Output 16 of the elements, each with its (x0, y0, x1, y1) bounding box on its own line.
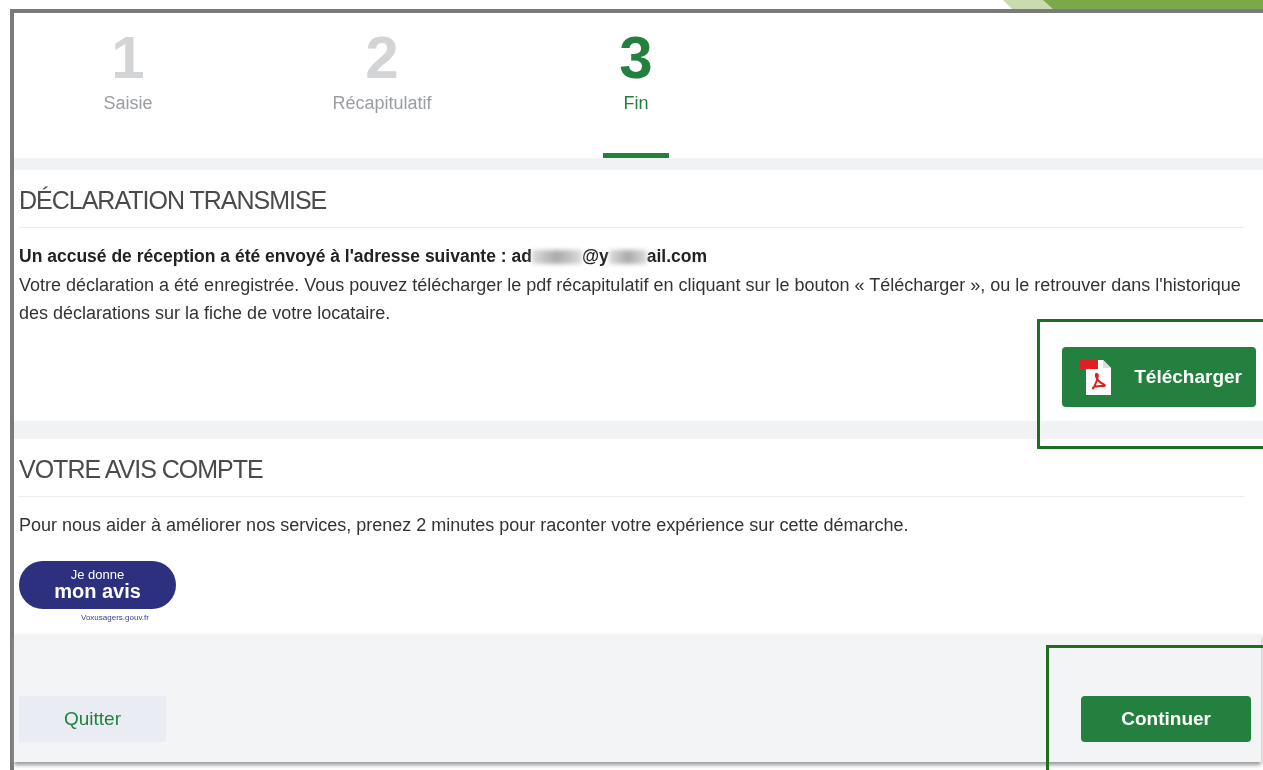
step-number: 3 (619, 27, 653, 89)
step-label: Fin (623, 93, 649, 114)
step-label: Saisie (103, 93, 153, 114)
badge-source: Voxusagers.gouv.fr (81, 613, 150, 622)
continue-button[interactable]: Continuer (1081, 696, 1251, 742)
feedback-message: Pour nous aider à améliorer nos services, prenez 2 minutes pour raconter votre expérience sur cette démarche. (19, 514, 910, 537)
download-button[interactable]: Télécharger (1062, 347, 1256, 407)
feedback-badge[interactable]: Je donne mon avis (19, 561, 176, 609)
confirmation-message: Votre déclaration a été enregistrée. Vous pouvez télécharger le pdf récapitulatif en cliquant sur le bouton « Télécharger », ou le retrouver dans l'historique des déclarations sur la fiche de votre locataire. (19, 274, 1241, 325)
quit-button[interactable]: Quitter (19, 696, 166, 742)
active-step-underline (603, 153, 669, 158)
step-label: Récapitulatif (332, 93, 432, 114)
section-title: VOTRE AVIS COMPTE (19, 439, 1244, 497)
section-title: DÉCLARATION TRANSMISE (19, 170, 1244, 228)
receipt-label: Un accusé de réception a été envoyé à l'adresse suivante : (19, 246, 508, 267)
email-address: ad @y ail.com (511, 246, 707, 267)
